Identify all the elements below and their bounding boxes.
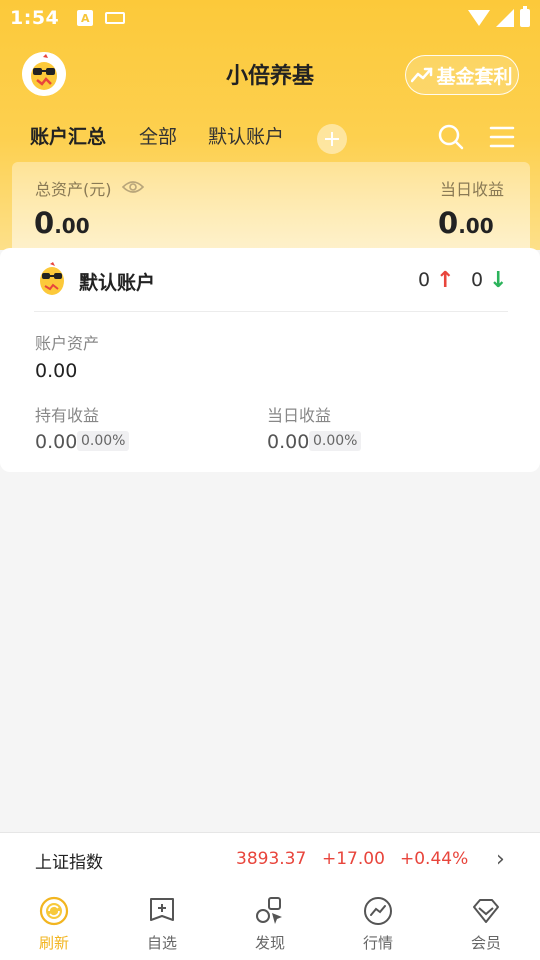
bottom-navigation: 刷新 自选 发现 行情 会员 — [0, 884, 540, 960]
search-icon — [438, 124, 464, 150]
status-time: 1:54 — [10, 7, 60, 29]
discover-icon — [256, 897, 282, 924]
eye-icon[interactable] — [122, 179, 144, 195]
account-assets-label: 账户资产 — [35, 334, 100, 353]
battery-icon — [520, 6, 530, 27]
default-account-card[interactable]: 默认账户 0 ↑ 0 ↓ 账户资产 0.00 持有收益 0.00 0.00% 当… — [0, 248, 540, 472]
down-arrow-icon: ↓ — [489, 268, 508, 293]
divider — [34, 311, 508, 312]
holding-income-pct: 0.00% — [77, 431, 130, 451]
index-name: 上证指数 — [35, 853, 103, 873]
daily-income-dec: .00 — [458, 214, 494, 238]
up-arrow-icon: ↑ — [436, 268, 455, 293]
tab-default-account[interactable]: 默认账户 — [208, 122, 284, 149]
holding-income-label: 持有收益 — [35, 406, 100, 425]
nav-market-label: 行情 — [362, 934, 393, 952]
add-account-button[interactable] — [317, 124, 347, 154]
menu-button[interactable] — [488, 122, 518, 152]
trend-up-icon — [411, 67, 433, 83]
nav-discover-label: 发现 — [254, 934, 285, 952]
plus-icon — [325, 132, 339, 146]
refresh-icon — [39, 896, 69, 926]
nav-watchlist-label: 自选 — [146, 934, 177, 952]
index-change: +17.00 — [322, 849, 385, 869]
tab-account-summary[interactable]: 账户汇总 — [30, 122, 106, 149]
nav-vip[interactable]: 会员 — [432, 884, 540, 960]
wifi-icon — [468, 10, 490, 26]
total-assets-int: 0 — [34, 206, 55, 240]
up-count: 0 — [418, 269, 431, 291]
asset-summary-card: 总资产(元) 0.00 当日收益 0.00 — [12, 162, 530, 248]
daily-income-label-card: 当日收益 — [267, 406, 332, 425]
search-button[interactable] — [436, 122, 466, 152]
chevron-right-icon[interactable]: › — [496, 847, 505, 872]
index-change-pct: +0.44% — [400, 849, 469, 869]
nav-refresh-label: 刷新 — [38, 934, 69, 952]
market-trend-icon — [364, 897, 392, 925]
add-watchlist-icon — [150, 898, 174, 921]
nav-vip-label: 会员 — [470, 934, 501, 952]
daily-income-pct: 0.00% — [309, 431, 362, 451]
nav-refresh[interactable]: 刷新 — [0, 884, 108, 960]
a-notification-icon: A — [77, 10, 94, 26]
duck-mascot-icon — [22, 52, 66, 96]
account-assets-value: 0.00 — [35, 360, 78, 382]
nav-watchlist[interactable]: 自选 — [108, 884, 216, 960]
total-assets-value: 0.00 — [34, 206, 90, 240]
index-value: 3893.37 — [236, 849, 307, 869]
duck-account-icon — [40, 262, 64, 295]
total-assets-label: 总资产(元) — [35, 180, 112, 199]
status-bar: 1:54 A — [0, 0, 540, 36]
fund-arbitrage-label: 基金套利 — [436, 65, 513, 88]
market-index-bar[interactable]: 上证指数 3893.37 +17.00 +0.44% › — [0, 832, 540, 884]
nav-market[interactable]: 行情 — [324, 884, 432, 960]
tab-all[interactable]: 全部 — [139, 122, 177, 149]
fund-arbitrage-button[interactable]: 基金套利 — [405, 55, 519, 95]
daily-income-int: 0 — [438, 206, 459, 240]
daily-income-value-card: 0.00 — [267, 431, 310, 453]
user-avatar[interactable] — [22, 52, 66, 96]
daily-income-value: 0.00 — [438, 206, 494, 240]
down-count: 0 — [471, 269, 484, 291]
signal-icon — [496, 9, 514, 27]
daily-income-label: 当日收益 — [440, 180, 505, 199]
vip-diamond-icon — [473, 899, 499, 923]
nav-discover[interactable]: 发现 — [216, 884, 324, 960]
menu-icon — [489, 126, 515, 148]
keyboard-icon — [105, 12, 126, 24]
holding-income-value: 0.00 — [35, 431, 78, 453]
account-name: 默认账户 — [79, 272, 156, 294]
total-assets-dec: .00 — [54, 214, 90, 238]
